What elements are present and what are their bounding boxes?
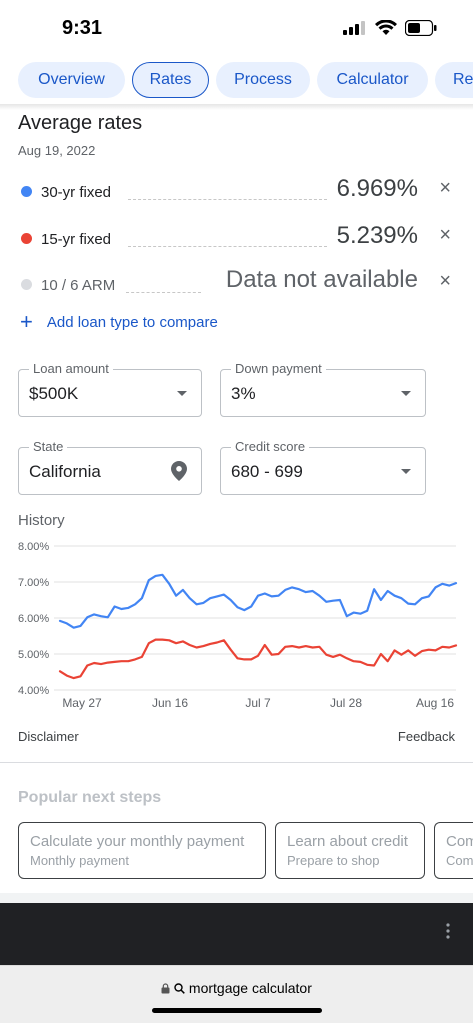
- card-title: Calculate your monthly payment: [30, 833, 245, 850]
- close-icon[interactable]: ×: [439, 270, 451, 293]
- status-bar: 9:31: [0, 0, 473, 58]
- feedback-link[interactable]: Feedback: [398, 729, 455, 744]
- browser-address-bar[interactable]: mortgage calculator: [0, 965, 473, 1023]
- location-pin-icon[interactable]: [171, 461, 187, 481]
- status-icons: [343, 20, 437, 36]
- rate-value-30yr: 6.969%: [336, 175, 418, 202]
- rates-title: Average rates: [18, 112, 143, 134]
- loan-amount-value: $500K: [29, 384, 79, 403]
- rate-leader-15yr: [128, 246, 327, 247]
- card-subtitle: Com: [446, 853, 473, 868]
- rate-label-30yr: 30-yr fixed: [41, 184, 112, 201]
- caret-down-icon: [401, 391, 411, 396]
- state-label: State: [29, 439, 68, 454]
- state-field[interactable]: State California: [18, 439, 202, 495]
- topic-tabs: Overview Rates Process Calculator Re: [0, 58, 473, 104]
- tab-rates[interactable]: Rates: [132, 62, 209, 98]
- rate-label-15yr: 15-yr fixed: [41, 231, 112, 248]
- y-tick-label: 8.00%: [18, 541, 49, 553]
- tabs-shadow: [0, 104, 473, 110]
- section-gap: [0, 893, 473, 903]
- y-tick-label: 7.00%: [18, 577, 49, 589]
- credit-score-value: 680 - 699: [231, 462, 303, 481]
- credit-score-select[interactable]: Credit score 680 - 699: [220, 439, 426, 495]
- history-label: History: [18, 512, 65, 529]
- rate-value-15yr: 5.239%: [336, 222, 418, 249]
- x-tick-label: Jul 7: [245, 696, 271, 710]
- add-loan-type-label: Add loan type to compare: [46, 313, 218, 331]
- series-dot-30yr: [21, 186, 32, 197]
- more-vert-icon[interactable]: [445, 921, 451, 941]
- rates-date: Aug 19, 2022: [18, 143, 96, 158]
- home-indicator[interactable]: [152, 1008, 322, 1013]
- wifi-icon: [375, 20, 397, 35]
- rate-row-arm: 10 / 6 ARM Data not available ×: [0, 265, 473, 305]
- next-step-card-monthly-payment[interactable]: Calculate your monthly payment Monthly p…: [18, 822, 266, 879]
- card-title: Com: [446, 833, 473, 850]
- rate-leader-30yr: [128, 199, 327, 200]
- next-step-card-partial[interactable]: Com Com: [434, 822, 473, 879]
- series-dot-15yr: [21, 233, 32, 244]
- address-bar-content[interactable]: mortgage calculator: [0, 980, 473, 996]
- caret-down-icon: [177, 391, 187, 396]
- tab-process[interactable]: Process: [216, 62, 310, 98]
- caret-down-icon: [401, 469, 411, 474]
- x-tick-label: Jun 16: [152, 696, 188, 710]
- rate-leader-arm: [126, 292, 201, 293]
- loan-amount-label: Loan amount: [29, 361, 113, 376]
- disclaimer-link[interactable]: Disclaimer: [18, 729, 79, 744]
- loan-amount-select[interactable]: Loan amount $500K: [18, 361, 202, 417]
- down-payment-value: 3%: [231, 384, 256, 403]
- series-line-15yr: [58, 638, 458, 680]
- next-step-card-credit[interactable]: Learn about credit Prepare to shop: [275, 822, 425, 879]
- x-tick-label: May 27: [62, 696, 102, 710]
- credit-score-label: Credit score: [231, 439, 310, 454]
- rate-row-30yr: 30-yr fixed 6.969% ×: [0, 172, 473, 212]
- card-title: Learn about credit: [287, 833, 408, 850]
- next-steps-title: Popular next steps: [18, 789, 162, 806]
- close-icon[interactable]: ×: [439, 177, 451, 200]
- state-value: California: [29, 462, 101, 481]
- series-dot-arm: [21, 279, 32, 290]
- rate-label-arm: 10 / 6 ARM: [41, 277, 116, 294]
- series-line-30yr: [58, 573, 458, 629]
- rate-row-15yr: 15-yr fixed 5.239% ×: [0, 219, 473, 259]
- x-tick-label: Aug 16: [416, 696, 454, 710]
- tab-overview[interactable]: Overview: [18, 62, 125, 98]
- plus-icon: +: [20, 309, 33, 334]
- close-icon[interactable]: ×: [439, 224, 451, 247]
- rate-value-arm: Data not available: [225, 266, 418, 293]
- y-tick-label: 4.00%: [18, 685, 49, 697]
- history-chart[interactable]: 8.00% 7.00% 6.00% 5.00% 4.00% May 27 Jun 16 Jul…: [0, 535, 473, 715]
- add-loan-type-button[interactable]: + Add loan type to compare: [20, 309, 218, 334]
- section-divider: [0, 762, 473, 763]
- tab-partial[interactable]: Re: [435, 62, 473, 98]
- lock-icon: [161, 983, 170, 994]
- address-bar-text: mortgage calculator: [188, 980, 312, 996]
- down-payment-select[interactable]: Down payment 3%: [220, 361, 426, 417]
- card-subtitle: Prepare to shop: [287, 853, 380, 868]
- down-payment-label: Down payment: [231, 361, 326, 376]
- status-time: 9:31: [62, 17, 103, 39]
- battery-icon: [405, 20, 437, 36]
- tab-calculator[interactable]: Calculator: [317, 62, 428, 98]
- cellular-signal-icon: [343, 21, 365, 35]
- search-icon: [174, 983, 185, 994]
- x-tick-label: Jul 28: [330, 696, 362, 710]
- y-tick-label: 5.00%: [18, 649, 49, 661]
- y-tick-label: 6.00%: [18, 613, 49, 625]
- dark-panel: [0, 903, 473, 965]
- card-subtitle: Monthly payment: [30, 853, 129, 868]
